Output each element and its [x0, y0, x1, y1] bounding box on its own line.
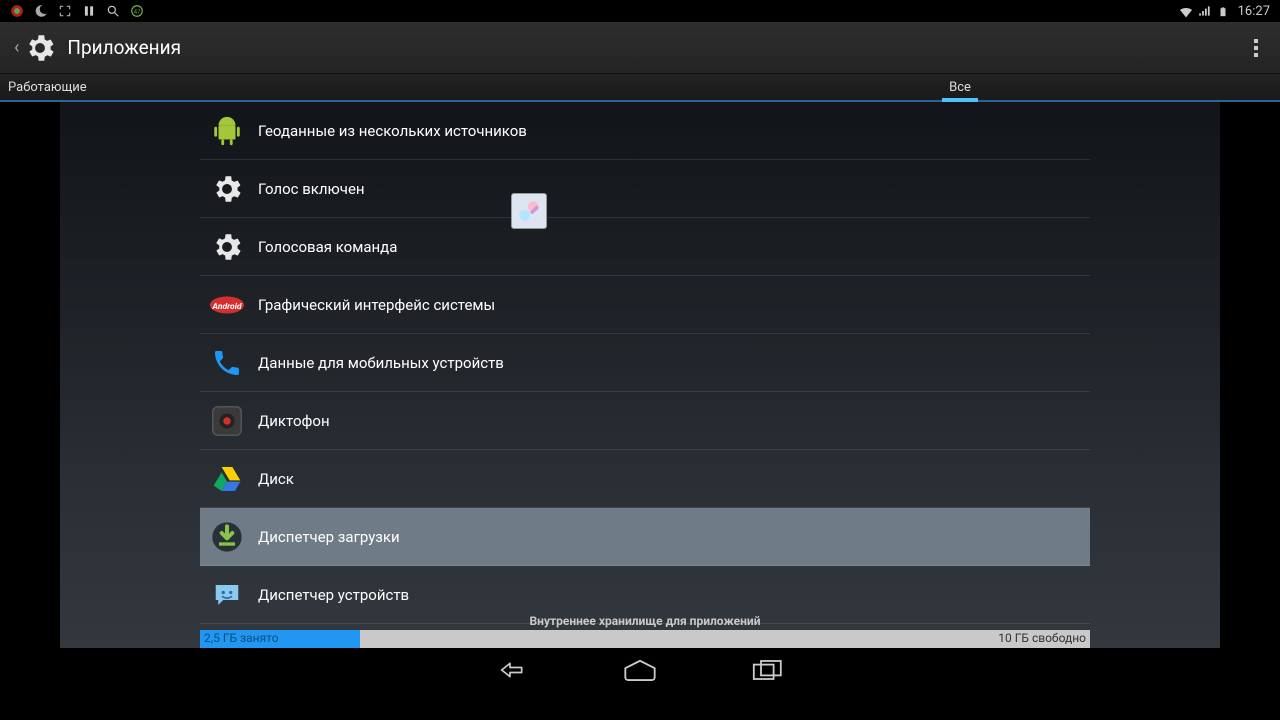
- app-label: Голосовая команда: [258, 238, 397, 256]
- app-row[interactable]: Диктофон: [200, 392, 1090, 450]
- wifi-icon: [1178, 4, 1192, 18]
- app-list-container: Геоданные из нескольких источников Голос …: [60, 102, 1220, 648]
- tab-bar: Работающие Все: [0, 74, 1280, 102]
- app-row[interactable]: Диспетчер загрузки: [200, 508, 1090, 566]
- back-icon[interactable]: ‹: [14, 37, 19, 58]
- app-label: Данные для мобильных устройств: [258, 354, 504, 372]
- android-icon: [208, 112, 246, 150]
- gear-icon: [208, 228, 246, 266]
- nav-recent-button[interactable]: [750, 655, 790, 685]
- storage-footer: Внутреннее хранилище для приложений 2,5 …: [200, 620, 1090, 648]
- notification-icon: [10, 4, 24, 18]
- storage-used-label: 2,5 ГБ занято: [204, 631, 279, 645]
- action-bar: ‹ Приложения: [0, 22, 1280, 74]
- app-label: Геоданные из нескольких источников: [258, 122, 527, 140]
- app-row[interactable]: Голосовая команда: [200, 218, 1090, 276]
- app-label: Диктофон: [258, 412, 330, 430]
- floating-overlay-icon[interactable]: [511, 193, 547, 229]
- app-row[interactable]: Android Графический интерфейс системы: [200, 276, 1090, 334]
- app-list[interactable]: Геоданные из нескольких источников Голос …: [200, 102, 1090, 626]
- signal-icon: [1198, 4, 1212, 18]
- app-label: Диспетчер загрузки: [258, 528, 400, 546]
- app-label: Графический интерфейс системы: [258, 296, 495, 314]
- svg-text:47: 47: [134, 9, 141, 15]
- chat-icon: [208, 576, 246, 614]
- page-title: Приложения: [67, 36, 181, 59]
- nav-back-button[interactable]: [490, 655, 530, 685]
- download-icon: [208, 518, 246, 556]
- tab-running[interactable]: Работающие: [0, 74, 640, 100]
- badge-icon: 47: [130, 4, 144, 18]
- recorder-icon: [208, 402, 246, 440]
- storage-title: Внутреннее хранилище для приложений: [200, 614, 1090, 628]
- gear-icon: [208, 170, 246, 208]
- svg-text:Android: Android: [211, 301, 242, 311]
- focus-icon: [58, 4, 72, 18]
- tab-all-label: Все: [949, 80, 971, 95]
- pause-icon: [82, 4, 96, 18]
- clock: 16:27: [1238, 4, 1270, 19]
- overflow-menu-button[interactable]: [1246, 31, 1266, 65]
- app-label: Голос включен: [258, 180, 365, 198]
- letterbox-bottom: [0, 690, 1280, 720]
- status-left: 47: [10, 4, 144, 18]
- settings-gear-icon[interactable]: [23, 31, 57, 65]
- storage-free-label: 10 ГБ свободно: [998, 631, 1086, 645]
- app-row[interactable]: Голос включен: [200, 160, 1090, 218]
- app-label: Диспетчер устройств: [258, 586, 409, 604]
- tab-running-label: Работающие: [8, 80, 87, 95]
- battery-icon: [1218, 4, 1232, 18]
- kitkat-icon: Android: [208, 286, 246, 324]
- drive-icon: [208, 460, 246, 498]
- app-row[interactable]: Диск: [200, 450, 1090, 508]
- app-row[interactable]: Данные для мобильных устройств: [200, 334, 1090, 392]
- storage-bar: 2,5 ГБ занято 10 ГБ свободно: [200, 630, 1090, 648]
- tab-all[interactable]: Все: [640, 74, 1280, 100]
- nav-home-button[interactable]: [620, 655, 660, 685]
- app-row[interactable]: Геоданные из нескольких источников: [200, 102, 1090, 160]
- moon-icon: [34, 4, 48, 18]
- app-label: Диск: [258, 470, 294, 488]
- navigation-bar: [0, 650, 1280, 690]
- search-icon: [106, 4, 120, 18]
- status-bar: 47 16:27: [0, 0, 1280, 22]
- phone-icon: [208, 344, 246, 382]
- status-right: 16:27: [1178, 4, 1270, 19]
